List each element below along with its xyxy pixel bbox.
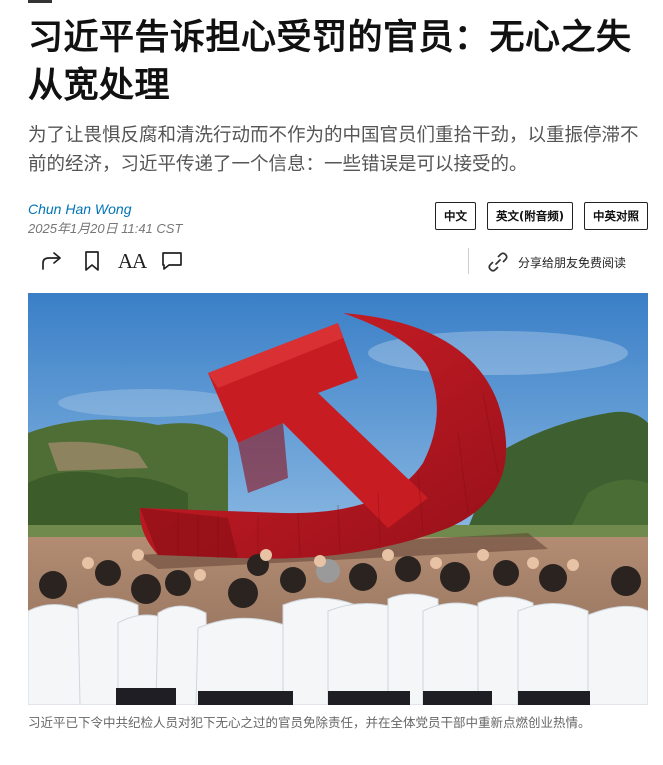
lang-bilingual-button[interactable]: 中英对照 — [584, 202, 648, 230]
gift-article-button[interactable]: 分享给朋友免费阅读 — [486, 248, 626, 276]
article-headline: 习近平告诉担心受罚的官员：无心之失从宽处理 — [28, 18, 632, 106]
bookmark-button[interactable] — [76, 244, 108, 278]
toolbar-divider — [468, 248, 469, 274]
article-dek: 为了让畏惧反腐和清洗行动而不作为的中国官员们重拾干劲，以重振停滞不前的经济，习近… — [28, 125, 639, 175]
lang-english-audio-button[interactable]: 英文(附音频) — [486, 202, 573, 230]
photo-caption: 习近平已下令中共纪检人员对犯下无心之过的官员免除责任，并在全体党员干部中重新点燃… — [28, 715, 591, 730]
share-button[interactable] — [36, 244, 68, 278]
lang-chinese-button[interactable]: 中文 — [434, 202, 476, 230]
text-size-button[interactable]: AA — [116, 244, 148, 278]
link-icon — [488, 252, 508, 272]
author-link[interactable]: Chun Han Wong — [28, 200, 182, 218]
share-icon — [42, 252, 61, 270]
comment-button[interactable] — [156, 244, 188, 278]
bookmark-icon — [85, 251, 99, 271]
text-size-icon: AA — [117, 248, 147, 273]
gift-article-label: 分享给朋友免费阅读 — [518, 255, 627, 270]
hammer-sickle-monument-image — [28, 293, 648, 705]
article-photo — [28, 293, 648, 705]
comment-icon — [162, 252, 182, 270]
article-toolbar: AA 分享给朋友免费阅读 — [28, 244, 648, 280]
language-switcher: 中文 英文(附音频) 中英对照 — [434, 202, 648, 230]
publish-date: 2025年1月20日 11:41 CST — [28, 221, 183, 236]
top-accent-bar — [28, 0, 52, 3]
byline: Chun Han Wong 2025年1月20日 11:41 CST — [28, 200, 182, 238]
